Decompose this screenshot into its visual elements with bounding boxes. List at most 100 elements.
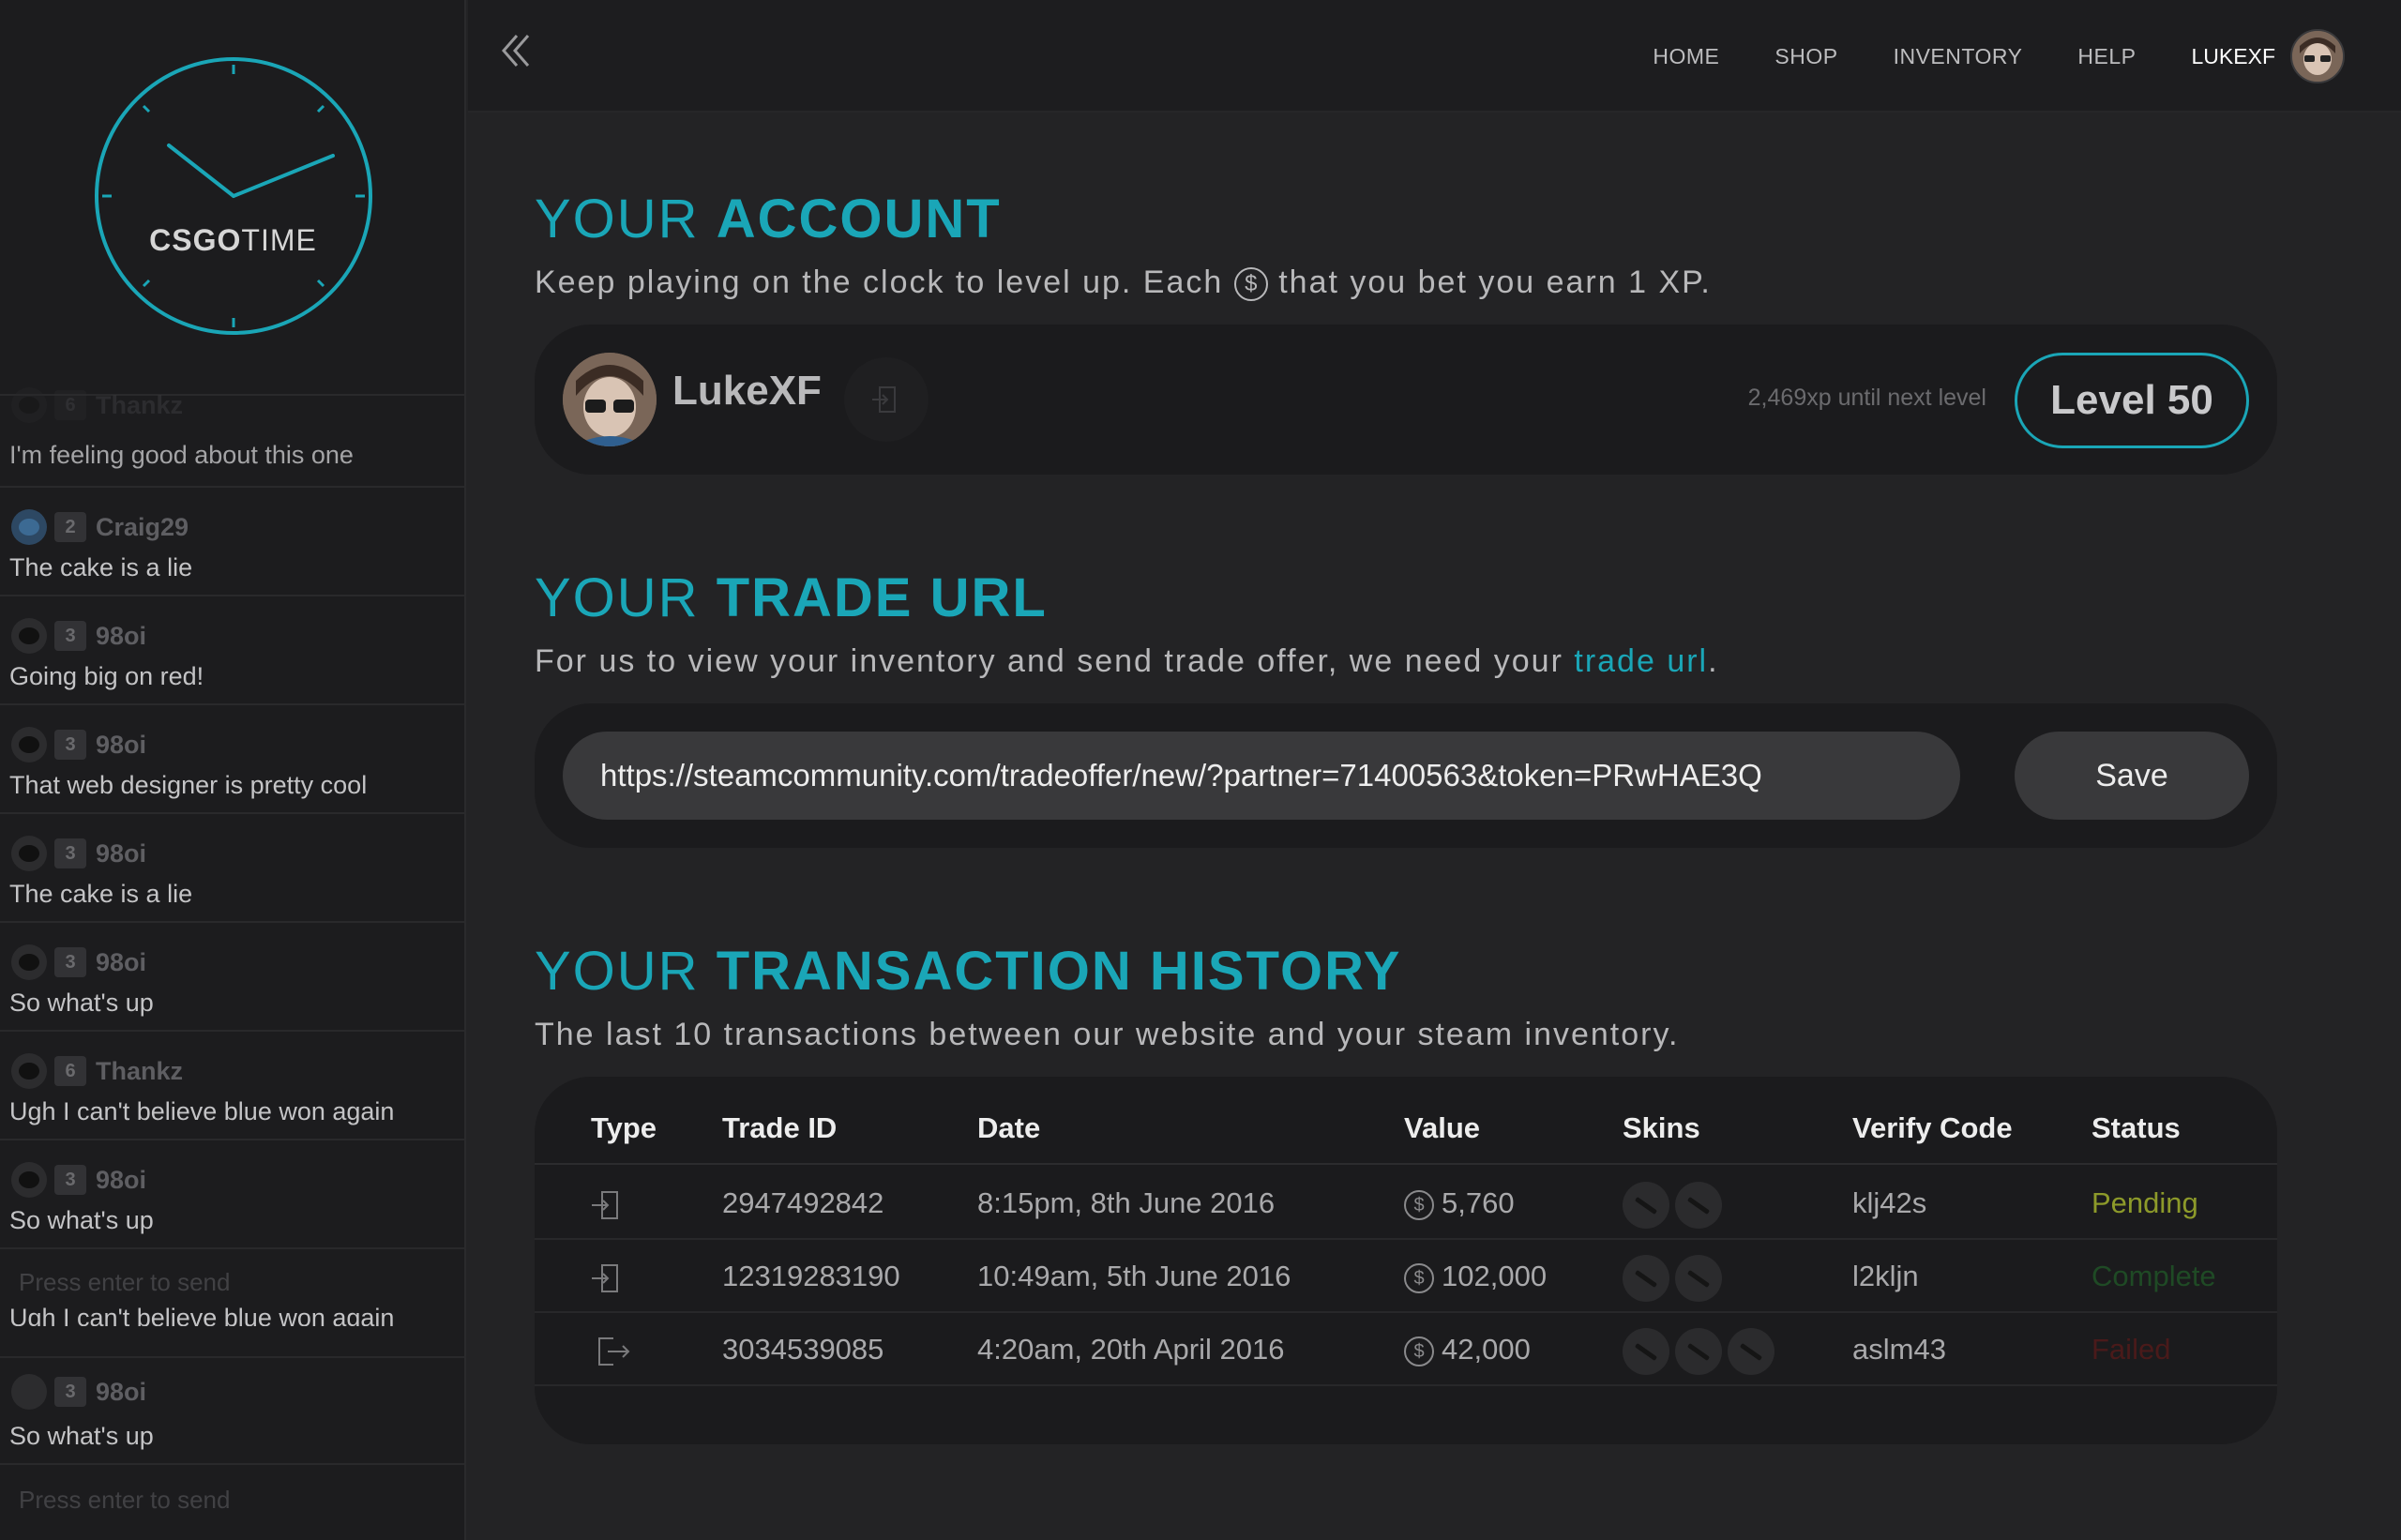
collapse-sidebar-button[interactable] — [500, 32, 536, 74]
skin-icon[interactable] — [1623, 1327, 1669, 1375]
trade-subtitle: For us to view your inventory and send t… — [535, 643, 1719, 679]
skin-icon[interactable] — [1623, 1254, 1669, 1302]
save-button[interactable]: Save — [2015, 732, 2249, 820]
chat-username[interactable]: Thankz — [96, 391, 183, 420]
column-header[interactable]: Verify Code — [1852, 1092, 2013, 1165]
avatar[interactable] — [2290, 29, 2345, 83]
column-header[interactable]: Trade ID — [722, 1092, 837, 1165]
trade-value: $42,000 — [1404, 1313, 1531, 1386]
level-badge: 3 — [54, 947, 86, 977]
avatar — [563, 353, 657, 446]
chat-text: The cake is a lie — [9, 553, 193, 581]
avatar — [11, 618, 47, 654]
chat-username[interactable]: 98oi — [96, 1166, 146, 1195]
status-badge: Complete — [2091, 1260, 2216, 1292]
level-badge: 3 — [54, 730, 86, 760]
column-header[interactable]: Skins — [1623, 1092, 1700, 1165]
chat-username[interactable]: 98oi — [96, 622, 146, 651]
avatar — [11, 836, 47, 871]
avatar — [11, 1053, 47, 1089]
chat-username[interactable]: 98oi — [96, 839, 146, 868]
avatar — [11, 1374, 47, 1410]
skin-icon[interactable] — [1675, 1181, 1722, 1229]
skin-icon[interactable] — [1675, 1327, 1722, 1375]
chat-text: Ugh I can't believe blue won again — [9, 1304, 395, 1326]
table-row[interactable]: 2947492842 8:15pm, 8th June 2016 $5,760 … — [535, 1167, 2277, 1240]
trade-url-link[interactable]: trade url — [1574, 643, 1708, 679]
status-badge: Pending — [2091, 1186, 2198, 1219]
chat-text: So what's up — [9, 989, 154, 1017]
xp-remaining: 2,469xp until next level — [1747, 385, 1986, 411]
logo-text: CSGOTIME — [149, 223, 317, 257]
trade-value: $102,000 — [1404, 1240, 1547, 1313]
chat-username[interactable]: Thankz — [96, 1057, 183, 1086]
column-header[interactable]: Date — [977, 1092, 1040, 1165]
level-badge: 2 — [54, 512, 86, 542]
trade-value: $5,760 — [1404, 1167, 1515, 1240]
skins-list — [1623, 1240, 1728, 1313]
trade-date: 8:15pm, 8th June 2016 — [977, 1186, 1276, 1219]
logo[interactable]: CSGOTIME — [0, 0, 464, 394]
skin-icon[interactable] — [1728, 1327, 1774, 1375]
deposit-icon — [589, 1167, 621, 1240]
skin-icon[interactable] — [1623, 1181, 1669, 1229]
trade-id: 12319283190 — [722, 1260, 900, 1292]
chat-message-head: 3 98oi — [11, 1373, 146, 1411]
level-badge: Level 50 — [2015, 353, 2249, 448]
level-badge: 3 — [54, 1165, 86, 1195]
column-header[interactable]: Value — [1404, 1092, 1480, 1165]
column-header[interactable]: Status — [2091, 1092, 2181, 1165]
nav-home[interactable]: HOME — [1653, 44, 1719, 69]
level-badge: 3 — [54, 1377, 86, 1407]
trade-date: 10:49am, 5th June 2016 — [977, 1260, 1291, 1292]
nav-username[interactable]: LUKEXF — [2192, 44, 2275, 69]
avatar — [11, 944, 47, 980]
clock-icon — [95, 57, 372, 335]
table-row[interactable]: 12319283190 10:49am, 5th June 2016 $102,… — [535, 1240, 2277, 1313]
trade-id: 2947492842 — [722, 1186, 884, 1219]
trade-date: 4:20am, 20th April 2016 — [977, 1333, 1285, 1366]
trade-heading: YOUR TRADE URL — [535, 567, 1048, 628]
chat-message: 6 Thankz I'm feeling good about this one — [0, 387, 464, 486]
trade-url-input[interactable] — [563, 732, 1960, 820]
nav-shop[interactable]: SHOP — [1774, 44, 1837, 69]
verify-code: aslm43 — [1852, 1333, 1946, 1366]
account-card: LukeXF 2,469xp until next level Level 50 — [535, 325, 2277, 475]
coin-icon: $ — [1233, 267, 1268, 302]
nav-menu: HOME SHOP INVENTORY HELP LUKEXF — [1597, 0, 2345, 113]
skin-icon[interactable] — [1675, 1254, 1722, 1302]
chat-message: 3 98oi So what's up — [0, 1139, 464, 1247]
account-heading: YOUR ACCOUNT — [535, 189, 1002, 249]
chat-username[interactable]: 98oi — [96, 731, 146, 760]
chat-text: Ugh I can't believe blue won again — [9, 1097, 395, 1125]
chat-text: The cake is a lie — [9, 880, 193, 908]
status-badge: Failed — [2091, 1333, 2171, 1366]
nav-help[interactable]: HELP — [2077, 44, 2136, 69]
deposit-icon — [589, 1240, 621, 1313]
coin-icon: $ — [1404, 1262, 1434, 1293]
history-subtitle: The last 10 transactions between our web… — [535, 1017, 1680, 1052]
chat-input[interactable]: Press enter to send — [19, 1486, 230, 1515]
chat-username[interactable]: Craig29 — [96, 513, 189, 542]
level-badge: 6 — [54, 1056, 86, 1086]
logout-button[interactable] — [844, 357, 929, 442]
verify-code: klj42s — [1852, 1186, 1927, 1219]
table-row[interactable]: 3034539085 4:20am, 20th April 2016 $42,0… — [535, 1313, 2277, 1386]
chat-input[interactable]: Press enter to send — [19, 1268, 230, 1297]
level-badge: 6 — [54, 390, 86, 420]
level-badge: 3 — [54, 838, 86, 868]
top-nav: HOME SHOP INVENTORY HELP LUKEXF — [468, 0, 2401, 113]
chat-username[interactable]: 98oi — [96, 1378, 146, 1407]
chat-message: 2 Craig29 The cake is a lie — [0, 486, 464, 595]
chat-text: I'm feeling good about this one — [9, 441, 354, 469]
column-header[interactable]: Type — [591, 1092, 657, 1165]
coin-icon: $ — [1404, 1189, 1434, 1220]
skins-list — [1623, 1313, 1780, 1386]
avatar — [11, 509, 47, 545]
sidebar: CSGOTIME 6 Thankz I'm feeling good about… — [0, 0, 466, 1540]
nav-inventory[interactable]: INVENTORY — [1894, 44, 2023, 69]
chat-username[interactable]: 98oi — [96, 948, 146, 977]
trade-card: Save — [535, 703, 2277, 848]
chat-message: 6 Thankz Ugh I can't believe blue won ag… — [0, 1030, 464, 1139]
table-header: Type Trade ID Date Value Skins Verify Co… — [535, 1092, 2277, 1165]
